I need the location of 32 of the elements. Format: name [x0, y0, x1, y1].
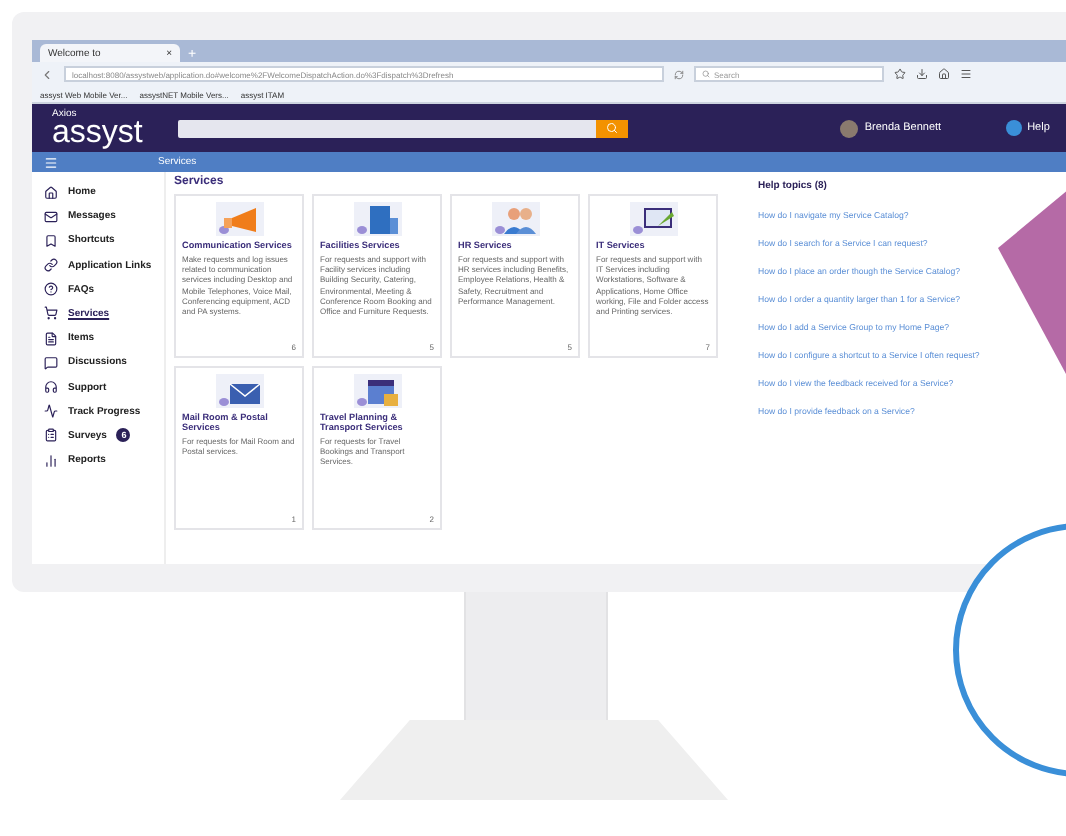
search-icon: [702, 70, 710, 78]
bookmark-icon: [44, 233, 58, 248]
laptop-illustration: [629, 202, 677, 236]
megaphone-illustration: [215, 202, 263, 236]
search-icon: [606, 122, 619, 134]
bar-chart-icon: [44, 453, 58, 468]
calendar-illustration: [353, 374, 401, 408]
menu-icon[interactable]: [44, 155, 58, 169]
building-illustration: [353, 202, 401, 236]
search-button[interactable]: [596, 119, 629, 137]
reload-icon[interactable]: [674, 69, 684, 79]
clipboard-icon: [44, 428, 58, 443]
envelope-illustration: [215, 374, 263, 408]
star-icon[interactable]: [894, 68, 906, 80]
cart-icon: [44, 306, 58, 321]
envelope-icon: [44, 209, 58, 224]
home-icon[interactable]: [938, 68, 950, 80]
chat-icon: [44, 355, 58, 370]
app-search-field[interactable]: [178, 119, 629, 137]
avatar: [840, 119, 859, 137]
back-icon[interactable]: [40, 67, 54, 81]
question-icon: [44, 282, 58, 297]
help-icon[interactable]: [1005, 120, 1022, 136]
menu-icon[interactable]: [960, 68, 972, 80]
download-icon[interactable]: [916, 68, 928, 80]
link-icon: [44, 258, 58, 273]
people-illustration: [491, 202, 539, 236]
house-icon: [44, 185, 58, 199]
logo: assyst: [52, 119, 143, 147]
document-icon: [44, 331, 58, 346]
pulse-icon: [44, 404, 58, 419]
headset-icon: [44, 380, 58, 394]
